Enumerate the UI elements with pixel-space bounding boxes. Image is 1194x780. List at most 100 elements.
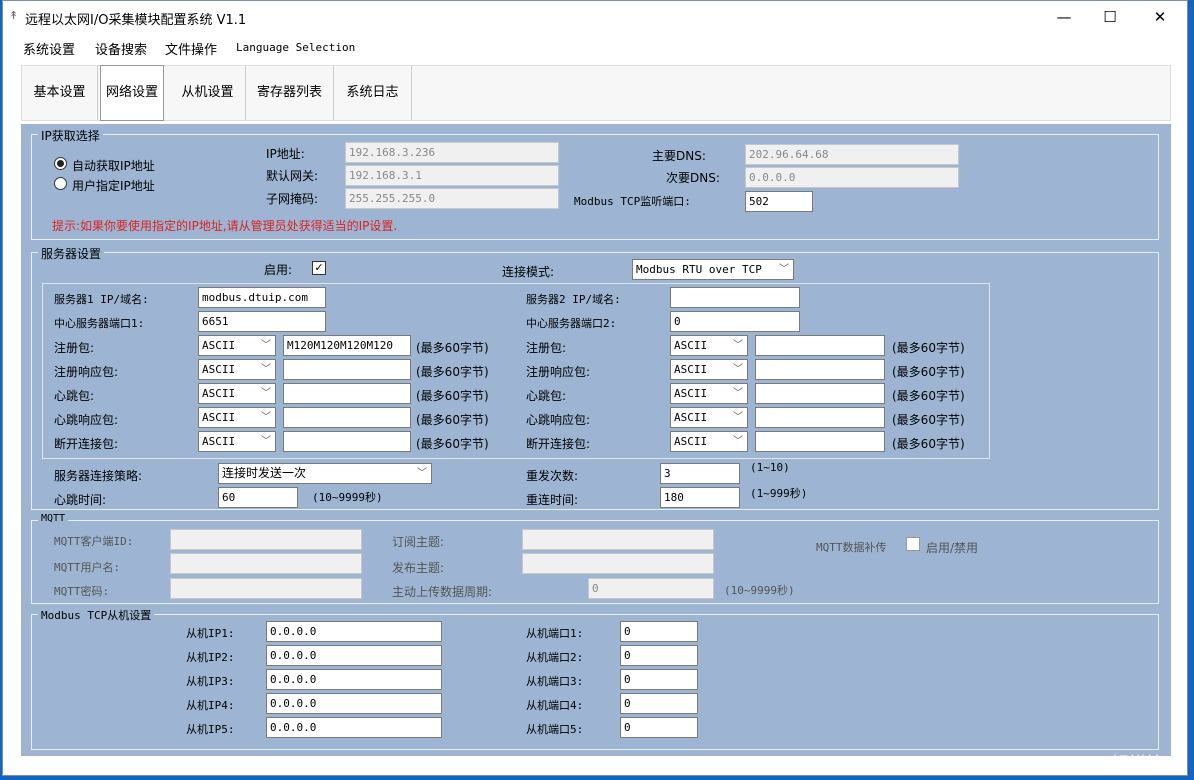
- heartbeat-packet-field-2[interactable]: [755, 383, 885, 404]
- modbus-port-field[interactable]: 502: [745, 191, 813, 212]
- minimize-button[interactable]: —: [1041, 1, 1087, 33]
- auto-ip-radio[interactable]: [54, 157, 67, 170]
- chevron-down-icon: ﹀: [261, 436, 271, 447]
- heartbeat-packet-label: 心跳包:: [54, 389, 95, 403]
- chevron-down-icon: ﹀: [417, 468, 427, 479]
- menu-language-selection[interactable]: Language Selection: [236, 41, 355, 54]
- secondary-dns-field[interactable]: 0.0.0.0: [745, 167, 959, 188]
- disconnect-encoding-select[interactable]: ASCII ﹀: [198, 431, 276, 452]
- register-packet-label: 注册包:: [54, 341, 95, 355]
- register-packet-field-2[interactable]: [755, 335, 885, 356]
- server2-port-field[interactable]: 0: [670, 311, 800, 332]
- slave-port-3-label: 从机端口3:: [526, 675, 584, 688]
- maximize-button[interactable]: ☐: [1087, 1, 1133, 33]
- slave-ip-1-label: 从机IP1:: [186, 627, 235, 640]
- slave-port-3-field[interactable]: 0: [620, 669, 698, 690]
- mqtt-password-field[interactable]: [170, 578, 362, 599]
- mqtt-publish-field[interactable]: [522, 553, 714, 574]
- encoding-value: ASCII: [674, 363, 708, 376]
- reconnect-time-field[interactable]: 180: [660, 487, 740, 508]
- slave-ip-3-field[interactable]: 0.0.0.0: [266, 669, 442, 690]
- heartbeat-time-field[interactable]: 60: [218, 487, 298, 508]
- disconnect-packet-field-2[interactable]: [755, 431, 885, 452]
- tab-basic-settings[interactable]: 基本设置: [22, 66, 98, 120]
- chevron-down-icon: ﹀: [261, 364, 271, 375]
- mqtt-subscribe-field[interactable]: [522, 529, 714, 550]
- slave-ip-4-field[interactable]: 0.0.0.0: [266, 693, 442, 714]
- mqtt-client-id-label: MQTT客户端ID:: [54, 535, 134, 548]
- connect-strategy-label: 服务器连接策略:: [54, 469, 143, 483]
- mqtt-username-field[interactable]: [170, 553, 362, 574]
- subnet-mask-field[interactable]: 255.255.255.0: [345, 188, 559, 209]
- ip-address-field[interactable]: 192.168.3.236: [345, 142, 559, 163]
- slave-ip-1-field[interactable]: 0.0.0.0: [266, 621, 442, 642]
- ip-settings-group: IP获取选择 自动获取IP地址 用户指定IP地址 IP地址: 192.168.3…: [31, 127, 1159, 240]
- mqtt-subscribe-label: 订阅主题:: [392, 535, 445, 549]
- heartbeat-response-field-2[interactable]: [755, 407, 885, 428]
- encoding-value: ASCII: [674, 339, 708, 352]
- heartbeat-packet-label-2: 心跳包:: [526, 389, 567, 403]
- connect-strategy-select[interactable]: 连接时发送一次 ﹀: [218, 463, 432, 484]
- server2-address-field[interactable]: [670, 287, 800, 308]
- mqtt-resend-checkbox[interactable]: [906, 537, 920, 551]
- tab-network-settings[interactable]: 网络设置: [100, 65, 164, 121]
- watermark-text: CSDN @钡镁技术: [1041, 754, 1180, 774]
- reconnect-range-note: (1~999秒): [750, 487, 808, 500]
- primary-dns-field[interactable]: 202.96.64.68: [745, 144, 959, 165]
- server1-address-field[interactable]: modbus.dtuip.com: [198, 287, 326, 308]
- heartbeat-packet-field[interactable]: [283, 383, 411, 404]
- heartbeat-response-encoding-select[interactable]: ASCII ﹀: [198, 407, 276, 428]
- slave-port-1-label: 从机端口1:: [526, 627, 584, 640]
- menu-device-search[interactable]: 设备搜索: [95, 39, 147, 58]
- mqtt-period-field[interactable]: 0: [588, 578, 714, 599]
- slave-ip-5-field[interactable]: 0.0.0.0: [266, 717, 442, 738]
- heartbeat-encoding-select[interactable]: ASCII ﹀: [198, 383, 276, 404]
- disconnect-packet-field[interactable]: [283, 431, 411, 452]
- register-response-field[interactable]: [283, 359, 411, 380]
- slave-ip-2-field[interactable]: 0.0.0.0: [266, 645, 442, 666]
- encoding-value: ASCII: [202, 339, 236, 352]
- tab-register-list[interactable]: 寄存器列表: [246, 66, 334, 120]
- tab-system-log[interactable]: 系统日志: [334, 66, 412, 120]
- server-enable-checkbox[interactable]: ✓: [312, 261, 326, 275]
- heartbeat-response-field[interactable]: [283, 407, 411, 428]
- max-bytes-note: (最多60字节): [416, 341, 489, 355]
- register-response-field-2[interactable]: [755, 359, 885, 380]
- retry-count-field[interactable]: 3: [660, 463, 740, 484]
- chevron-down-icon: ﹀: [733, 364, 743, 375]
- tab-slave-settings[interactable]: 从机设置: [170, 66, 246, 120]
- register-packet-field[interactable]: M120M120M120M120: [283, 335, 411, 356]
- max-bytes-note: (最多60字节): [416, 413, 489, 427]
- slave-port-4-field[interactable]: 0: [620, 693, 698, 714]
- disconnect-encoding-select-2[interactable]: ASCII ﹀: [670, 431, 748, 452]
- register-encoding-select-2[interactable]: ASCII ﹀: [670, 335, 748, 356]
- menu-system-settings[interactable]: 系统设置: [23, 39, 75, 58]
- close-button[interactable]: ✕: [1137, 1, 1183, 33]
- register-packet-label-2: 注册包:: [526, 341, 567, 355]
- heartbeat-response-label: 心跳响应包:: [54, 413, 119, 427]
- slave-port-5-label: 从机端口5:: [526, 723, 584, 736]
- register-response-encoding-select-2[interactable]: ASCII ﹀: [670, 359, 748, 380]
- connection-mode-select[interactable]: Modbus RTU over TCP ﹀: [632, 259, 794, 280]
- mqtt-client-id-field[interactable]: [170, 529, 362, 550]
- register-response-encoding-select[interactable]: ASCII ﹀: [198, 359, 276, 380]
- subnet-mask-label: 子网掩码:: [266, 192, 319, 206]
- max-bytes-note: (最多60字节): [892, 413, 965, 427]
- manual-ip-radio[interactable]: [54, 177, 67, 190]
- slave-ip-5-label: 从机IP5:: [186, 723, 235, 736]
- slave-port-1-field[interactable]: 0: [620, 621, 698, 642]
- register-encoding-select[interactable]: ASCII ﹀: [198, 335, 276, 356]
- max-bytes-note: (最多60字节): [416, 365, 489, 379]
- server1-port-field[interactable]: 6651: [198, 311, 326, 332]
- heartbeat-response-encoding-select-2[interactable]: ASCII ﹀: [670, 407, 748, 428]
- server-settings-group: 服务器设置 启用: ✓ 连接模式: Modbus RTU over TCP ﹀ 服…: [31, 245, 1159, 510]
- chevron-down-icon: ﹀: [733, 412, 743, 423]
- slave-port-5-field[interactable]: 0: [620, 717, 698, 738]
- gateway-field[interactable]: 192.168.3.1: [345, 165, 559, 186]
- heartbeat-encoding-select-2[interactable]: ASCII ﹀: [670, 383, 748, 404]
- slave-ip-3-label: 从机IP3:: [186, 675, 235, 688]
- menu-file-ops[interactable]: 文件操作: [165, 39, 217, 58]
- disconnect-packet-label: 断开连接包:: [54, 437, 119, 451]
- slave-port-2-field[interactable]: 0: [620, 645, 698, 666]
- slave-ip-2-label: 从机IP2:: [186, 651, 235, 664]
